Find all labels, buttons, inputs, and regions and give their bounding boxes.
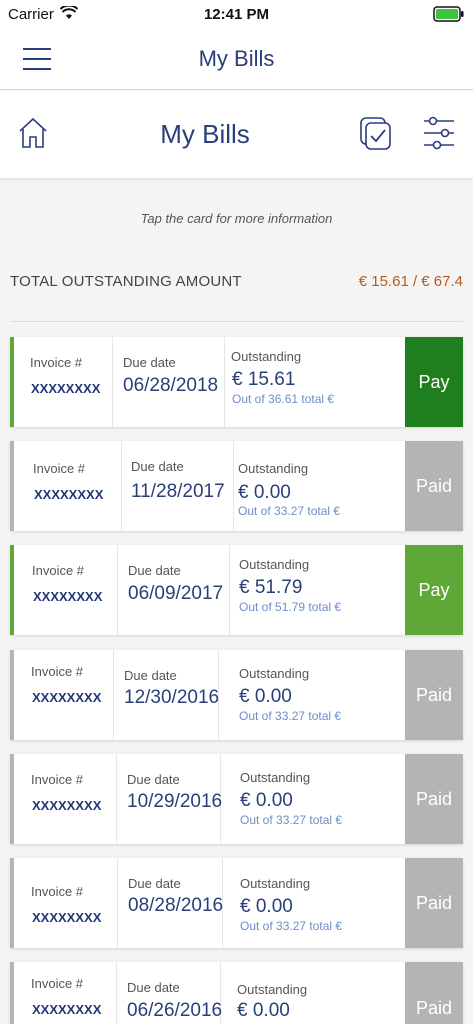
due-date-column: Due date 06/09/2017	[118, 545, 230, 635]
due-date-column: Due date 12/30/2016	[114, 650, 219, 740]
due-date-label: Due date	[124, 668, 177, 683]
outstanding-column: Outstanding € 51.79 Out of 51.79 total €	[230, 545, 405, 635]
outstanding-column: Outstanding € 0.00 Out of 33.27 total €	[223, 858, 405, 948]
outstanding-column: Outstanding € 0.00 Out of 33.27 total €	[234, 441, 405, 531]
invoice-column: Invoice # XXXXXXXX	[14, 754, 117, 844]
outstanding-label: Outstanding	[237, 982, 308, 997]
paid-status: Paid	[405, 962, 463, 1024]
divider	[10, 321, 463, 322]
outstanding-total: Out of 33.27 total €	[240, 919, 343, 933]
invoice-label: Invoice #	[33, 461, 86, 476]
due-date-label: Due date	[127, 772, 180, 787]
total-outstanding-value: € 15.61 / € 67.4	[358, 273, 463, 290]
invoice-label: Invoice #	[31, 664, 84, 679]
nav-bar: My Bills	[0, 30, 473, 90]
paid-status: Paid	[405, 754, 463, 844]
bill-card[interactable]: Invoice # XXXXXXXX Due date 06/26/2016 O…	[10, 962, 463, 1024]
due-date-column: Due date 06/26/2016	[117, 962, 223, 1024]
due-date-column: Due date 08/28/2016	[118, 858, 223, 948]
invoice-number: XXXXXXXX	[32, 1002, 102, 1017]
bill-card[interactable]: Invoice # XXXXXXXX Due date 06/09/2017 O…	[10, 545, 463, 635]
pay-button[interactable]: Pay	[405, 545, 463, 635]
invoice-column: Invoice # XXXXXXXX	[14, 337, 113, 427]
invoice-number: XXXXXXXX	[33, 589, 103, 604]
invoice-number: XXXXXXXX	[32, 798, 102, 813]
invoice-label: Invoice #	[31, 976, 84, 991]
due-date-value: 06/28/2018	[123, 375, 219, 396]
due-date-value: 11/28/2017	[131, 481, 225, 502]
outstanding-column: Outstanding € 0.00	[221, 962, 405, 1024]
due-date-value: 08/28/2016	[128, 895, 224, 916]
invoice-label: Invoice #	[32, 563, 85, 578]
outstanding-total: Out of 33.27 total €	[240, 813, 343, 827]
outstanding-column: Outstanding € 15.61 Out of 36.61 total €	[225, 337, 405, 427]
bill-card[interactable]: Invoice # XXXXXXXX Due date 08/28/2016 O…	[10, 858, 463, 948]
page-title: My Bills	[160, 119, 250, 149]
due-date-column: Due date 11/28/2017	[122, 441, 234, 531]
status-bar: Carrier 12:41 PM	[0, 0, 473, 30]
due-date-label: Due date	[123, 355, 176, 370]
bill-card[interactable]: Invoice # XXXXXXXX Due date 06/28/2018 O…	[10, 337, 463, 427]
invoice-number: XXXXXXXX	[31, 381, 101, 396]
bill-card[interactable]: Invoice # XXXXXXXX Due date 12/30/2016 O…	[10, 650, 463, 740]
battery-icon	[433, 6, 465, 27]
outstanding-label: Outstanding	[239, 557, 310, 572]
total-outstanding-row: TOTAL OUTSTANDING AMOUNT € 15.61 / € 67.…	[10, 273, 463, 293]
outstanding-column: Outstanding € 0.00 Out of 33.27 total €	[221, 754, 405, 844]
outstanding-amount: € 0.00	[237, 1000, 290, 1021]
invoice-number: XXXXXXXX	[32, 690, 102, 705]
invoice-number: XXXXXXXX	[32, 910, 102, 925]
outstanding-total: Out of 51.79 total €	[239, 600, 342, 614]
sliders-icon[interactable]	[422, 115, 456, 151]
nav-title: My Bills	[198, 46, 275, 71]
invoice-column: Invoice # XXXXXXXX	[14, 962, 117, 1024]
pay-button[interactable]: Pay	[405, 337, 463, 427]
outstanding-total: Out of 33.27 total €	[238, 504, 341, 518]
invoice-column: Invoice # XXXXXXXX	[14, 650, 114, 740]
outstanding-amount: € 0.00	[240, 896, 293, 917]
bill-card[interactable]: Invoice # XXXXXXXX Due date 10/29/2016 O…	[10, 754, 463, 844]
page-header: My Bills	[0, 91, 473, 178]
multi-select-check-icon[interactable]	[358, 115, 394, 151]
bill-card[interactable]: Invoice # XXXXXXXX Due date 11/28/2017 O…	[10, 441, 463, 531]
due-date-value: 10/29/2016	[127, 791, 223, 812]
due-date-value: 12/30/2016	[124, 687, 220, 708]
outstanding-label: Outstanding	[240, 770, 311, 785]
outstanding-label: Outstanding	[238, 461, 309, 476]
due-date-value: 06/26/2016	[127, 1000, 223, 1021]
outstanding-amount: € 51.79	[239, 577, 303, 598]
paid-status: Paid	[405, 858, 463, 948]
due-date-label: Due date	[128, 563, 181, 578]
outstanding-label: Outstanding	[239, 666, 310, 681]
outstanding-label: Outstanding	[240, 876, 311, 891]
invoice-column: Invoice # XXXXXXXX	[14, 545, 118, 635]
due-date-label: Due date	[131, 459, 184, 474]
outstanding-total: Out of 33.27 total €	[239, 709, 342, 723]
tap-hint: Tap the card for more information	[140, 211, 333, 226]
invoice-column: Invoice # XXXXXXXX	[14, 858, 118, 948]
outstanding-label: Outstanding	[231, 349, 302, 364]
due-date-label: Due date	[128, 876, 181, 891]
clock: 12:41 PM	[203, 6, 270, 23]
invoice-label: Invoice #	[31, 772, 84, 787]
due-date-column: Due date 06/28/2018	[113, 337, 225, 427]
paid-status: Paid	[405, 441, 463, 531]
outstanding-amount: € 0.00	[240, 790, 293, 811]
outstanding-column: Outstanding € 0.00 Out of 33.27 total €	[219, 650, 405, 740]
due-date-label: Due date	[127, 980, 180, 995]
paid-status: Paid	[405, 650, 463, 740]
due-date-column: Due date 10/29/2016	[117, 754, 223, 844]
total-outstanding-label: TOTAL OUTSTANDING AMOUNT	[10, 273, 242, 290]
invoice-column: Invoice # XXXXXXXX	[14, 441, 122, 531]
invoice-label: Invoice #	[31, 884, 84, 899]
outstanding-amount: € 0.00	[238, 482, 291, 503]
invoice-label: Invoice #	[30, 355, 83, 370]
outstanding-amount: € 15.61	[232, 369, 296, 390]
due-date-value: 06/09/2017	[128, 583, 224, 604]
invoice-number: XXXXXXXX	[34, 487, 104, 502]
outstanding-amount: € 0.00	[239, 686, 292, 707]
outstanding-total: Out of 36.61 total €	[232, 392, 335, 406]
